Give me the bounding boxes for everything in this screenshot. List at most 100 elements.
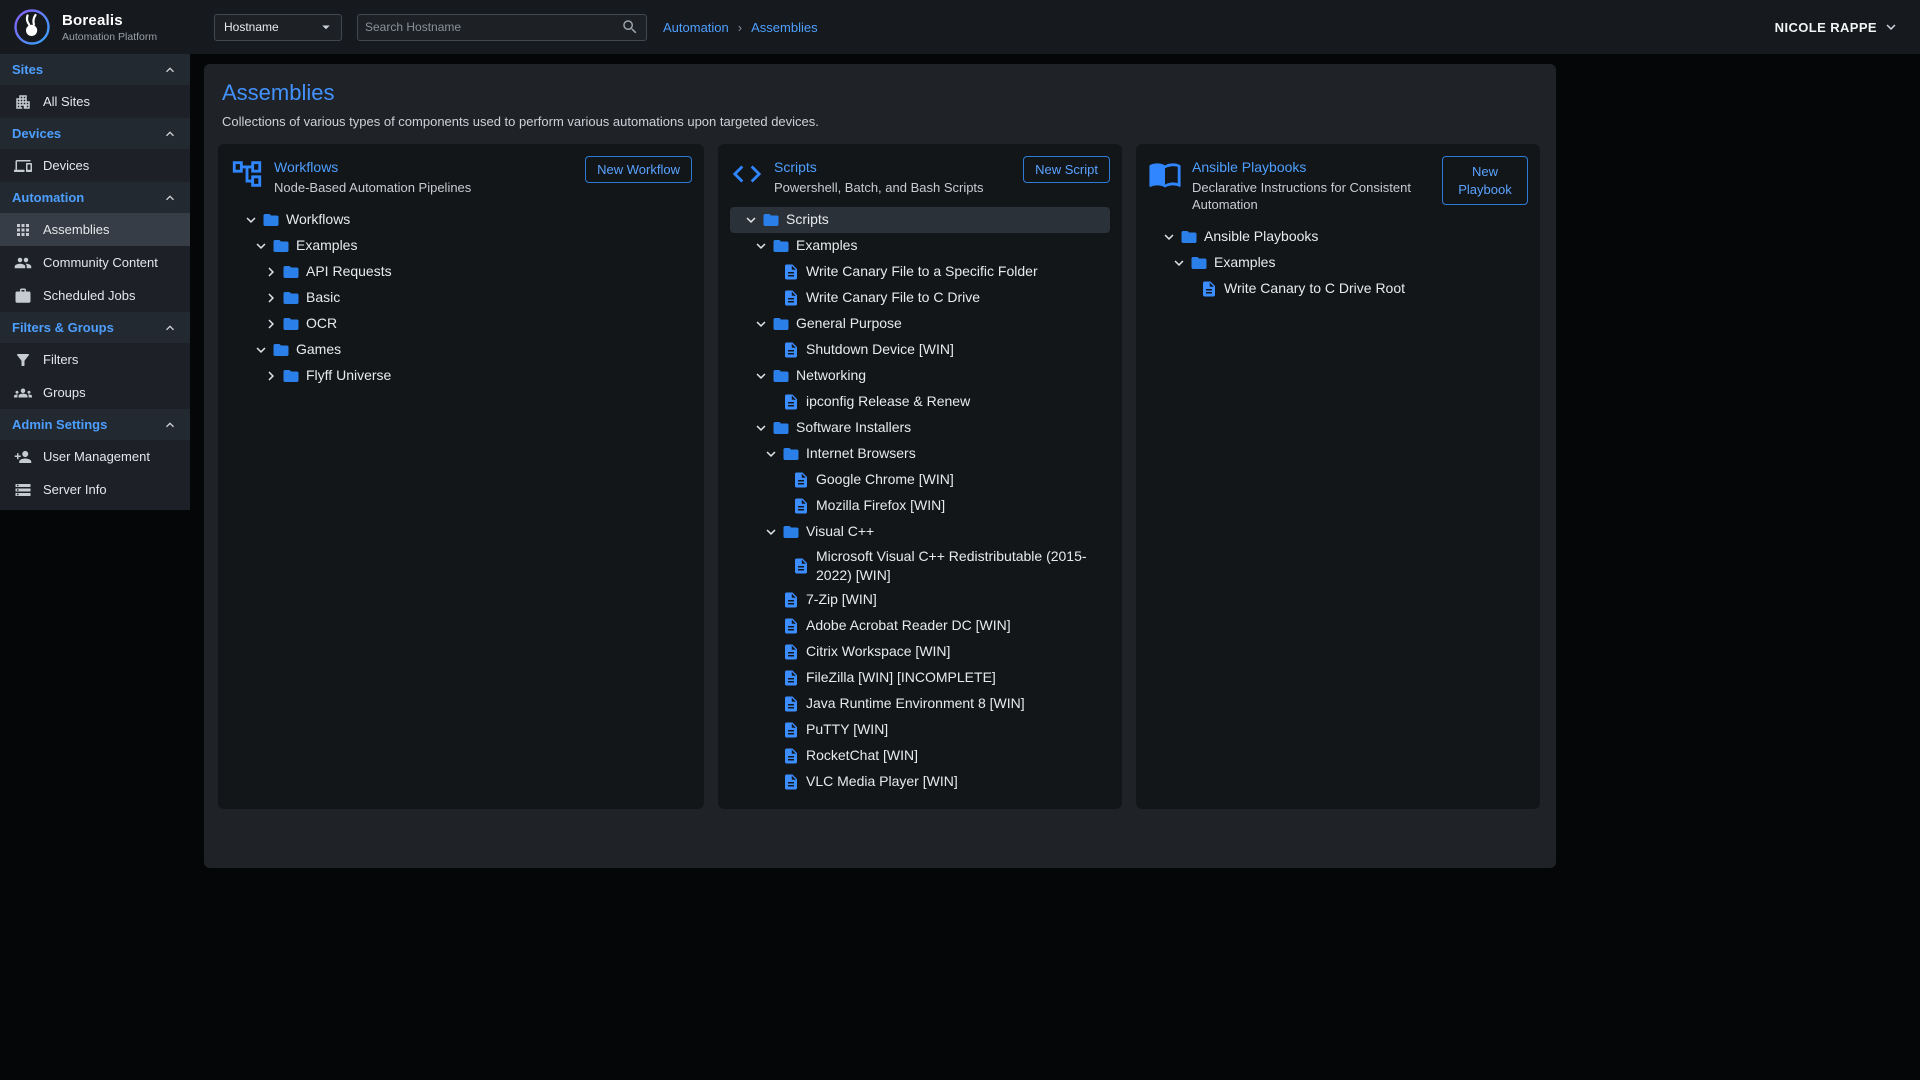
chevron-down-icon[interactable] <box>752 315 770 333</box>
chevron-down-icon[interactable] <box>1170 254 1188 272</box>
sidebar-section-automation[interactable]: Automation <box>0 182 190 213</box>
tree-folder-examples[interactable]: Examples <box>230 233 692 259</box>
file-icon <box>782 617 800 635</box>
breadcrumb-assemblies[interactable]: Assemblies <box>751 20 817 35</box>
chevron-down-icon[interactable] <box>1160 228 1178 246</box>
file-icon <box>782 591 800 609</box>
chevron-down-icon[interactable] <box>742 211 760 229</box>
tree-file-write-canary-file-to-a-specific-folder[interactable]: Write Canary File to a Specific Folder <box>730 259 1110 285</box>
sidebar-section-sites[interactable]: Sites <box>0 54 190 85</box>
tree-file-google-chrome-win[interactable]: Google Chrome [WIN] <box>730 467 1110 493</box>
scripts-card-title[interactable]: Scripts <box>774 159 1013 175</box>
chevron-down-icon[interactable] <box>242 211 260 229</box>
tree-folder-flyff-universe[interactable]: Flyff Universe <box>230 363 692 389</box>
chevron-down-icon[interactable] <box>252 341 270 359</box>
user-menu[interactable]: NICOLE RAPPE <box>1775 18 1900 36</box>
tree-folder-networking[interactable]: Networking <box>730 363 1110 389</box>
folder-icon <box>772 237 790 255</box>
workflows-card-title[interactable]: Workflows <box>274 159 575 175</box>
file-icon <box>782 747 800 765</box>
sidebar-item-scheduled-jobs[interactable]: Scheduled Jobs <box>0 279 190 312</box>
ansible-tree: Ansible PlaybooksExamplesWrite Canary to… <box>1148 224 1528 302</box>
tree-folder-internet-browsers[interactable]: Internet Browsers <box>730 441 1110 467</box>
search-input[interactable] <box>365 20 621 34</box>
tree-folder-scripts[interactable]: Scripts <box>730 207 1110 233</box>
tree-folder-ansible-playbooks[interactable]: Ansible Playbooks <box>1148 224 1528 250</box>
chevron-right-icon[interactable] <box>262 289 280 307</box>
tree-file-java-runtime-environment-8-win[interactable]: Java Runtime Environment 8 [WIN] <box>730 691 1110 717</box>
tree-folder-basic[interactable]: Basic <box>230 285 692 311</box>
folder-icon <box>282 315 300 333</box>
sidebar-item-label: Server Info <box>43 482 107 497</box>
sidebar-item-devices[interactable]: Devices <box>0 149 190 182</box>
chevron-right-icon[interactable] <box>262 263 280 281</box>
tree-file-write-canary-file-to-c-drive[interactable]: Write Canary File to C Drive <box>730 285 1110 311</box>
file-icon <box>782 643 800 661</box>
hostname-select[interactable]: Hostname <box>214 14 342 41</box>
new-playbook-button[interactable]: New Playbook <box>1442 156 1528 205</box>
tree-file-adobe-acrobat-reader-dc-win[interactable]: Adobe Acrobat Reader DC [WIN] <box>730 613 1110 639</box>
sidebar-item-filters[interactable]: Filters <box>0 343 190 376</box>
tree-folder-examples[interactable]: Examples <box>1148 250 1528 276</box>
code-icon <box>730 157 764 191</box>
tree-file-ipconfig-release-renew[interactable]: ipconfig Release & Renew <box>730 389 1110 415</box>
tree-file-mozilla-firefox-win[interactable]: Mozilla Firefox [WIN] <box>730 493 1110 519</box>
tree-folder-games[interactable]: Games <box>230 337 692 363</box>
sidebar-section-devices[interactable]: Devices <box>0 118 190 149</box>
tree-item-label: Examples <box>1214 251 1275 274</box>
tree-folder-software-installers[interactable]: Software Installers <box>730 415 1110 441</box>
sidebar-item-label: Community Content <box>43 255 158 270</box>
breadcrumb-automation[interactable]: Automation <box>663 20 729 35</box>
sidebar-item-groups[interactable]: Groups <box>0 376 190 409</box>
tree-file-shutdown-device-win[interactable]: Shutdown Device [WIN] <box>730 337 1110 363</box>
chevron-down-icon[interactable] <box>752 367 770 385</box>
section-label: Devices <box>12 126 61 141</box>
tree-file-microsoft-visual-c-redistributable-2015-2022-win[interactable]: Microsoft Visual C++ Redistributable (20… <box>730 545 1110 587</box>
chevron-down-icon[interactable] <box>762 445 780 463</box>
chevron-down-icon[interactable] <box>752 237 770 255</box>
file-icon <box>782 773 800 791</box>
tree-item-label: API Requests <box>306 260 392 283</box>
ansible-card-title[interactable]: Ansible Playbooks <box>1192 159 1432 175</box>
section-label: Sites <box>12 62 43 77</box>
sidebar: SitesAll SitesDevicesDevicesAutomationAs… <box>0 54 190 510</box>
sidebar-section-filters-groups[interactable]: Filters & Groups <box>0 312 190 343</box>
chevron-right-icon[interactable] <box>262 367 280 385</box>
tree-folder-api-requests[interactable]: API Requests <box>230 259 692 285</box>
sidebar-section-admin-settings[interactable]: Admin Settings <box>0 409 190 440</box>
chevron-down-icon[interactable] <box>252 237 270 255</box>
section-label: Admin Settings <box>12 417 107 432</box>
sidebar-item-all-sites[interactable]: All Sites <box>0 85 190 118</box>
tree-folder-examples[interactable]: Examples <box>730 233 1110 259</box>
folder-icon <box>272 341 290 359</box>
chevron-down-icon[interactable] <box>762 523 780 541</box>
tree-item-label: VLC Media Player [WIN] <box>806 770 958 793</box>
tree-file-write-canary-to-c-drive-root[interactable]: Write Canary to C Drive Root <box>1148 276 1528 302</box>
new-script-button[interactable]: New Script <box>1023 156 1110 183</box>
tree-item-label: Citrix Workspace [WIN] <box>806 640 950 663</box>
tree-file-citrix-workspace-win[interactable]: Citrix Workspace [WIN] <box>730 639 1110 665</box>
tree-file-putty-win[interactable]: PuTTY [WIN] <box>730 717 1110 743</box>
chevron-down-icon[interactable] <box>752 419 770 437</box>
sidebar-item-user-management[interactable]: User Management <box>0 440 190 473</box>
new-workflow-button[interactable]: New Workflow <box>585 156 692 183</box>
tree-file-filezilla-win-incomplete[interactable]: FileZilla [WIN] [INCOMPLETE] <box>730 665 1110 691</box>
sidebar-item-server-info[interactable]: Server Info <box>0 473 190 506</box>
tree-folder-ocr[interactable]: OCR <box>230 311 692 337</box>
sidebar-item-community-content[interactable]: Community Content <box>0 246 190 279</box>
filter-icon <box>14 351 32 369</box>
file-icon <box>782 263 800 281</box>
folder-icon <box>782 523 800 541</box>
brand-subtitle: Automation Platform <box>62 31 157 43</box>
folder-icon <box>282 367 300 385</box>
sidebar-item-assemblies[interactable]: Assemblies <box>0 213 190 246</box>
tree-folder-visual-c[interactable]: Visual C++ <box>730 519 1110 545</box>
search-icon[interactable] <box>621 18 639 36</box>
chevron-right-icon[interactable] <box>262 315 280 333</box>
tree-folder-workflows[interactable]: Workflows <box>230 207 692 233</box>
tree-file-rocketchat-win[interactable]: RocketChat [WIN] <box>730 743 1110 769</box>
tree-file-7-zip-win[interactable]: 7-Zip [WIN] <box>730 587 1110 613</box>
tree-folder-general-purpose[interactable]: General Purpose <box>730 311 1110 337</box>
tree-item-label: RocketChat [WIN] <box>806 744 918 767</box>
tree-file-vlc-media-player-win[interactable]: VLC Media Player [WIN] <box>730 769 1110 795</box>
